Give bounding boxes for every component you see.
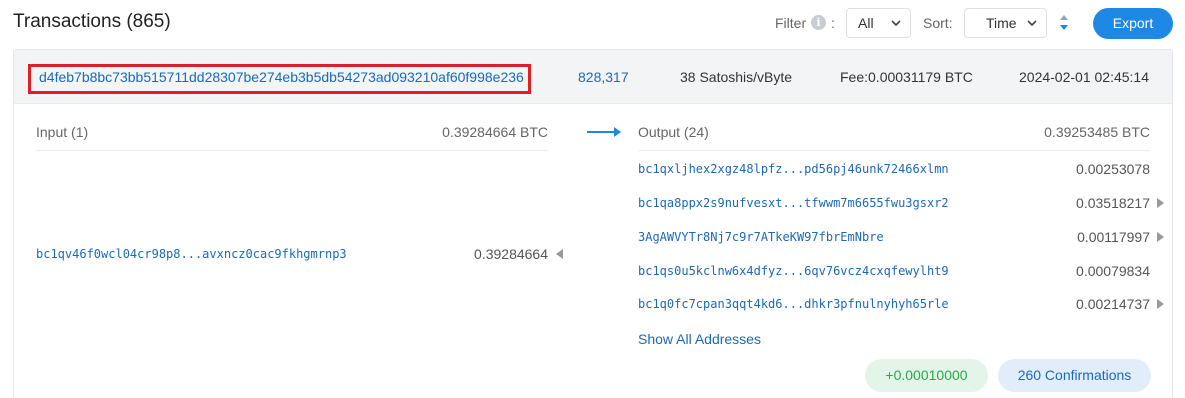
- fee: Fee:0.00031179 BTC: [840, 69, 973, 85]
- timestamp: 2024-02-01 02:45:14: [1019, 69, 1149, 85]
- balance-change-badge: +0.00010000: [865, 359, 988, 392]
- triangle-left-icon[interactable]: [556, 249, 563, 259]
- transaction-hash-link[interactable]: d4feb7b8bc73bb515711dd28307be274eb3b5db5…: [39, 69, 524, 85]
- input-label: Input (1): [36, 124, 89, 140]
- output-address-link[interactable]: bc1q0fc7cpan3qqt4kd6...dhkr3pfnulnyhyh65…: [638, 297, 949, 311]
- arrow-right-icon: [587, 125, 621, 137]
- sort-select-value: Time: [986, 15, 1017, 31]
- export-button[interactable]: Export: [1093, 8, 1173, 39]
- chevron-down-icon: [891, 9, 901, 49]
- output-amount: 0.00253078: [1076, 161, 1150, 177]
- output-address-link[interactable]: bc1qa8ppx2s9nufvesxt...tfwwm7m6655fwu3gs…: [638, 196, 949, 210]
- input-total: 0.39284664 BTC: [442, 124, 548, 140]
- input-address-link[interactable]: bc1qv46f0wcl04cr98p8...avxncz0cac9fkhgmr…: [36, 247, 347, 261]
- input-divider: [36, 150, 548, 151]
- chevron-down-icon: [1027, 9, 1037, 49]
- filter-select[interactable]: All: [846, 8, 911, 38]
- confirmations-badge: 260 Confirmations: [998, 359, 1151, 392]
- output-address-link[interactable]: bc1qs0u5kclnw6x4dfyz...6qv76vcz4cxqfewyl…: [638, 264, 949, 278]
- output-address-link[interactable]: bc1qxljhex2xgz48lpfz...pd56pj46unk72466x…: [638, 162, 949, 176]
- block-height-link[interactable]: 828,317: [578, 69, 629, 85]
- input-amount: 0.39284664: [474, 246, 548, 262]
- output-label: Output (24): [638, 124, 709, 140]
- sort-label: Sort:: [923, 15, 953, 31]
- fee-rate: 38 Satoshis/vByte: [680, 69, 793, 85]
- output-amount: 0.00214737: [1076, 296, 1150, 312]
- output-amount: 0.03518217: [1076, 195, 1150, 211]
- show-all-addresses-link[interactable]: Show All Addresses: [638, 331, 761, 347]
- output-address-link[interactable]: 3AgAWVYTr8Nj7c9r7ATkeKW97fbrEmNbre: [638, 230, 884, 244]
- triangle-right-icon[interactable]: [1157, 232, 1164, 242]
- transaction-header: d4feb7b8bc73bb515711dd28307be274eb3b5db5…: [14, 50, 1172, 104]
- page-title: Transactions (865): [13, 11, 171, 32]
- output-amount: 0.00117997: [1077, 229, 1150, 245]
- toolbar: Transactions (865) Filter i : All Sort: …: [0, 0, 1185, 46]
- triangle-right-icon[interactable]: [1157, 198, 1164, 208]
- filter-label: Filter: [775, 15, 807, 31]
- output-divider: [638, 150, 1150, 151]
- filter-colon: :: [831, 15, 835, 31]
- triangle-right-icon[interactable]: [1157, 299, 1164, 309]
- sort-arrows-icon[interactable]: [1058, 13, 1070, 33]
- info-icon[interactable]: i: [811, 15, 826, 30]
- filter-select-value: All: [858, 15, 874, 31]
- output-amount: 0.00079834: [1076, 263, 1150, 279]
- output-total: 0.39253485 BTC: [1044, 124, 1150, 140]
- transaction-card: d4feb7b8bc73bb515711dd28307be274eb3b5db5…: [13, 49, 1173, 398]
- sort-select[interactable]: Time: [964, 8, 1047, 38]
